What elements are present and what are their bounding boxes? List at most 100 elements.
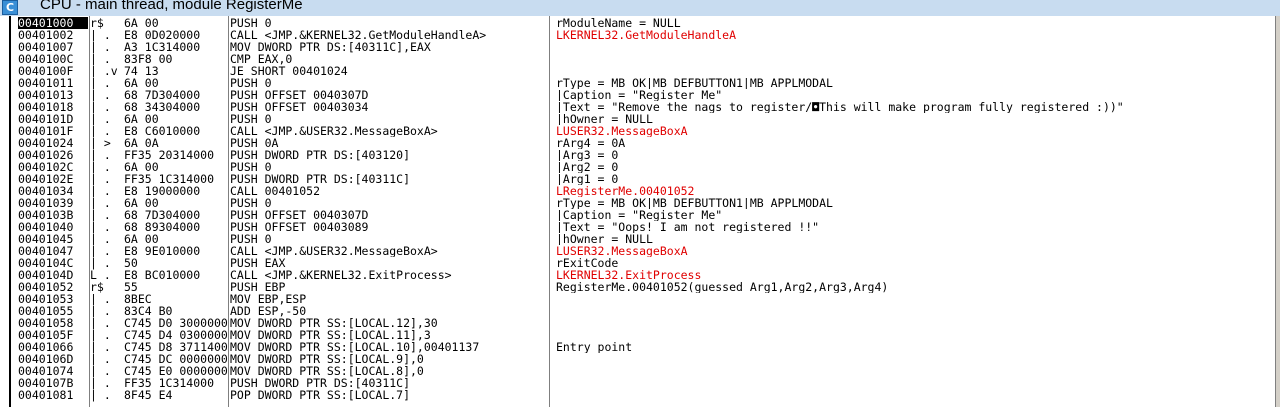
hex-dump-cell[interactable]: 68 89304000: [124, 221, 228, 233]
instruction-cell[interactable]: MOV DWORD PTR SS:[LOCAL.9],0: [230, 353, 548, 365]
disassembly-row[interactable]: 00401039 | . 6A 00 PUSH 0 rType = MB_OK|MB_D…: [0, 197, 1274, 209]
instruction-cell[interactable]: PUSH DWORD PTR DS:[403120]: [230, 149, 548, 161]
hex-dump-cell[interactable]: C745 D4 03000000: [124, 329, 228, 341]
instruction-cell[interactable]: ADD ESP,-50: [230, 305, 548, 317]
hex-dump-cell[interactable]: 6A 0A: [124, 137, 228, 149]
hex-dump-cell[interactable]: 8BEC: [124, 293, 228, 305]
comment-cell[interactable]: |Arg3 = 0: [556, 149, 1274, 161]
comment-cell[interactable]: RegisterMe.00401052(guessed Arg1,Arg2,Ar…: [556, 281, 1274, 293]
instruction-cell[interactable]: PUSH OFFSET 0040307D: [230, 209, 548, 221]
disassembly-row[interactable]: 00401055 | . 83C4 B0 ADD ESP,-50: [0, 305, 1274, 317]
comment-cell[interactable]: |Arg2 = 0: [556, 161, 1274, 173]
hex-dump-cell[interactable]: 8F45 E4: [124, 389, 228, 401]
hex-dump-cell[interactable]: 6A 00: [124, 77, 228, 89]
comment-cell[interactable]: |Text = "Oops! I am not registered !!": [556, 221, 1274, 233]
hex-dump-cell[interactable]: E8 9E010000: [124, 245, 228, 257]
hex-dump-cell[interactable]: E8 0D020000: [124, 29, 228, 41]
instruction-cell[interactable]: PUSH OFFSET 00403089: [230, 221, 548, 233]
comment-cell[interactable]: |Caption = "Register Me": [556, 209, 1274, 221]
comment-cell[interactable]: |hOwner = NULL: [556, 113, 1274, 125]
disassembly-row[interactable]: 0040102E | . FF35 1C314000 PUSH DWORD PTR D…: [0, 173, 1274, 185]
instruction-cell[interactable]: CMP EAX,0: [230, 53, 548, 65]
hex-dump-cell[interactable]: 6A 00: [124, 161, 228, 173]
disassembly-row[interactable]: 00401026 | . FF35 20314000 PUSH DWORD PTR D…: [0, 149, 1274, 161]
hex-dump-cell[interactable]: FF35 20314000: [124, 149, 228, 161]
disassembly-row[interactable]: 00401040 | . 68 89304000 PUSH OFFSET 004030…: [0, 221, 1274, 233]
comment-cell[interactable]: |Caption = "Register Me": [556, 89, 1274, 101]
hex-dump-cell[interactable]: 68 7D304000: [124, 209, 228, 221]
instruction-cell[interactable]: POP DWORD PTR SS:[LOCAL.7]: [230, 389, 548, 401]
disassembly-row[interactable]: 00401052 r$ 55 PUSH EBP RegisterMe.00401052(…: [0, 281, 1274, 293]
hex-dump-cell[interactable]: 6A 00: [124, 113, 228, 125]
disassembly-row[interactable]: 00401018 | . 68 34304000 PUSH OFFSET 004030…: [0, 101, 1274, 113]
comment-cell[interactable]: LKERNEL32.ExitProcess: [556, 269, 1274, 281]
disassembly-row[interactable]: 00401024 | >6A 0A PUSH 0A rArg4 = 0A: [0, 137, 1274, 149]
disassembly-row[interactable]: 00401081 | . 8F45 E4 POP DWORD PTR SS:[LOCA…: [0, 389, 1274, 401]
instruction-cell[interactable]: PUSH DWORD PTR DS:[40311C]: [230, 173, 548, 185]
hex-dump-cell[interactable]: C745 DC 00000000: [124, 353, 228, 365]
comment-cell[interactable]: rModuleName = NULL: [556, 17, 1274, 29]
disassembly-row[interactable]: 00401053 | . 8BEC MOV EBP,ESP: [0, 293, 1274, 305]
hex-dump-cell[interactable]: C745 E0 00000000: [124, 365, 228, 377]
instruction-cell[interactable]: MOV DWORD PTR DS:[40311C],EAX: [230, 41, 548, 53]
address-cell[interactable]: 00401081: [18, 389, 88, 401]
instruction-cell[interactable]: CALL <JMP.&KERNEL32.ExitProcess>: [230, 269, 548, 281]
comment-cell[interactable]: rExitCode: [556, 257, 1274, 269]
instruction-cell[interactable]: PUSH OFFSET 0040307D: [230, 89, 548, 101]
instruction-cell[interactable]: MOV EBP,ESP: [230, 293, 548, 305]
instruction-cell[interactable]: PUSH EBP: [230, 281, 548, 293]
instruction-cell[interactable]: CALL <JMP.&USER32.MessageBoxA>: [230, 245, 548, 257]
hex-dump-cell[interactable]: A3 1C314000: [124, 41, 228, 53]
disassembly-row[interactable]: 0040100C | . 83F8 00 CMP EAX,0: [0, 53, 1274, 65]
disassembly-row[interactable]: 0040107B | . FF35 1C314000 PUSH DWORD PTR D…: [0, 377, 1274, 389]
disassembly-row[interactable]: 0040103B | . 68 7D304000 PUSH OFFSET 004030…: [0, 209, 1274, 221]
hex-dump-cell[interactable]: E8 C6010000: [124, 125, 228, 137]
disassembly-row[interactable]: 0040104D L . E8 BC010000 CALL <JMP.&KERNEL3…: [0, 269, 1274, 281]
comment-cell[interactable]: rType = MB_OK|MB_DEFBUTTON1|MB_APPLMODAL: [556, 77, 1274, 89]
disassembly-row[interactable]: 00401058 | . C745 D0 30000000 MOV DWORD PTR…: [0, 317, 1274, 329]
disassembly-row[interactable]: 00401007 | . A3 1C314000 MOV DWORD PTR DS:[…: [0, 41, 1274, 53]
disassembly-row[interactable]: 0040105F | . C745 D4 03000000 MOV DWORD PTR…: [0, 329, 1274, 341]
instruction-cell[interactable]: PUSH OFFSET 00403034: [230, 101, 548, 113]
comment-cell[interactable]: |hOwner = NULL: [556, 233, 1274, 245]
flow-marker[interactable]: | .: [90, 389, 112, 401]
instruction-cell[interactable]: PUSH 0: [230, 161, 548, 173]
cpu-disassembly-pane[interactable]: 00401000 r$ 6A 00 PUSH 0 rModuleName = NULL 0…: [0, 16, 1280, 407]
comment-cell[interactable]: |Text = "Remove the nags to register/◘Th…: [556, 101, 1274, 113]
hex-dump-cell[interactable]: 68 7D304000: [124, 89, 228, 101]
instruction-cell[interactable]: PUSH 0: [230, 77, 548, 89]
disassembly-row[interactable]: 00401000 r$ 6A 00 PUSH 0 rModuleName = NULL: [0, 17, 1274, 29]
disassembly-row[interactable]: 00401047 | . E8 9E010000 CALL <JMP.&USER32.…: [0, 245, 1274, 257]
hex-dump-cell[interactable]: 6A 00: [124, 197, 228, 209]
comment-cell[interactable]: LRegisterMe.00401052: [556, 185, 1274, 197]
disassembly-row[interactable]: 00401011 | . 6A 00 PUSH 0 rType = MB_OK|MB_D…: [0, 77, 1274, 89]
instruction-cell[interactable]: JE SHORT 00401024: [230, 65, 548, 77]
comment-cell[interactable]: |Arg1 = 0: [556, 173, 1274, 185]
hex-dump-cell[interactable]: 50: [124, 257, 228, 269]
instruction-cell[interactable]: CALL <JMP.&KERNEL32.GetModuleHandleA>: [230, 29, 548, 41]
hex-dump-cell[interactable]: E8 BC010000: [124, 269, 228, 281]
disassembly-row[interactable]: 0040104C | . 50 PUSH EAX rExitCode: [0, 257, 1274, 269]
instruction-cell[interactable]: PUSH EAX: [230, 257, 548, 269]
comment-cell[interactable]: LKERNEL32.GetModuleHandleA: [556, 29, 1274, 41]
instruction-cell[interactable]: PUSH 0: [230, 113, 548, 125]
instruction-cell[interactable]: CALL 00401052: [230, 185, 548, 197]
instruction-cell[interactable]: MOV DWORD PTR SS:[LOCAL.11],3: [230, 329, 548, 341]
disassembly-row[interactable]: 0040102C | . 6A 00 PUSH 0 |Arg2 = 0: [0, 161, 1274, 173]
disassembly-row[interactable]: 0040106D | . C745 DC 00000000 MOV DWORD PTR…: [0, 353, 1274, 365]
hex-dump-cell[interactable]: 83F8 00: [124, 53, 228, 65]
hex-dump-cell[interactable]: 68 34304000: [124, 101, 228, 113]
instruction-cell[interactable]: CALL <JMP.&USER32.MessageBoxA>: [230, 125, 548, 137]
hex-dump-cell[interactable]: 6A 00: [124, 233, 228, 245]
disassembly-row[interactable]: 00401034 | . E8 19000000 CALL 00401052 LRegi…: [0, 185, 1274, 197]
hex-dump-cell[interactable]: 83C4 B0: [124, 305, 228, 317]
comment-cell[interactable]: LUSER32.MessageBoxA: [556, 245, 1274, 257]
instruction-cell[interactable]: MOV DWORD PTR SS:[LOCAL.12],30: [230, 317, 548, 329]
disassembly-row[interactable]: 0040101F | . E8 C6010000 CALL <JMP.&USER32.…: [0, 125, 1274, 137]
hex-dump-cell[interactable]: C745 D8 37114000: [124, 341, 228, 353]
hex-dump-cell[interactable]: E8 19000000: [124, 185, 228, 197]
disassembly-row[interactable]: 0040100F | .v 74 13 JE SHORT 00401024: [0, 65, 1274, 77]
window-titlebar[interactable]: C CPU - main thread, module RegisterMe: [0, 0, 1280, 16]
hex-dump-cell[interactable]: 55: [124, 281, 228, 293]
instruction-cell[interactable]: PUSH 0: [230, 17, 548, 29]
